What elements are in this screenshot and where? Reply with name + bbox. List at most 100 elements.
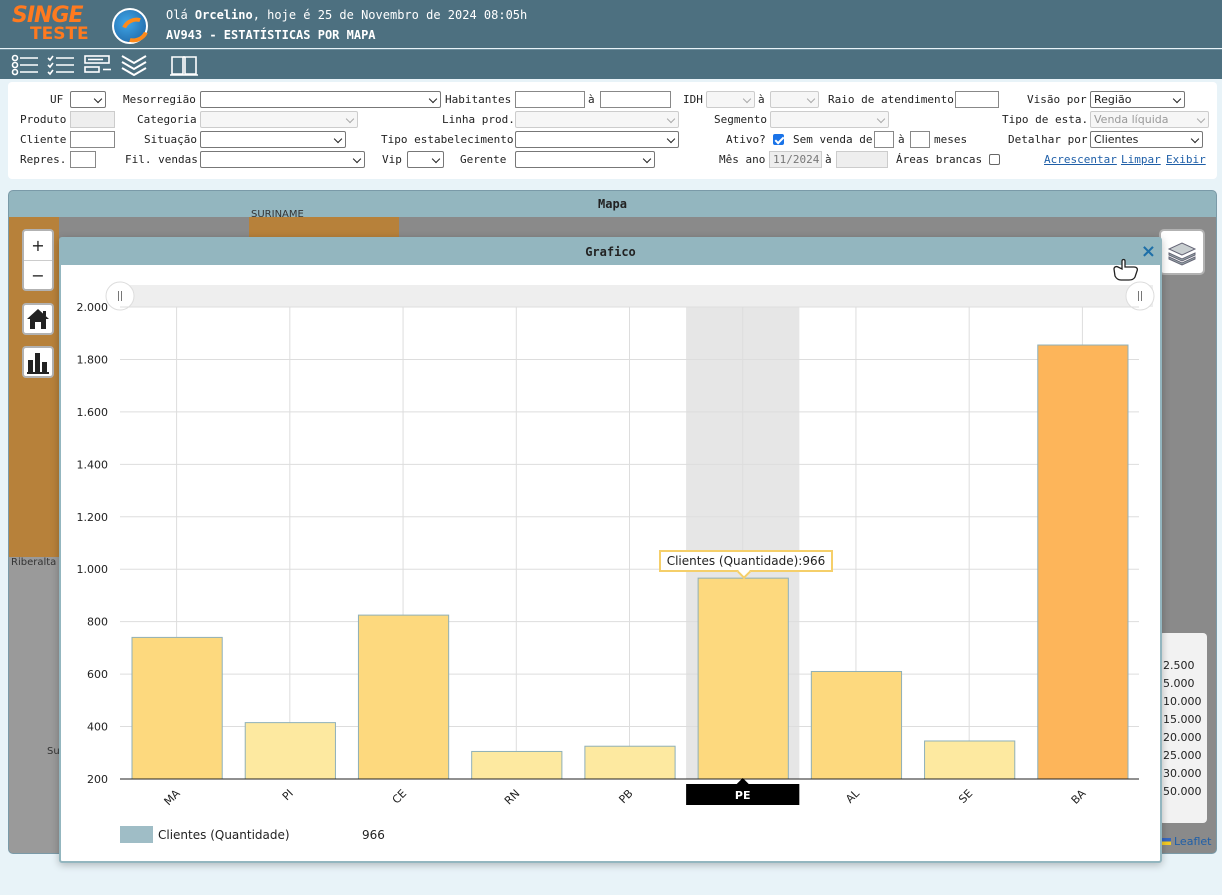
mes-ano-start-input[interactable]: 11/2024 <box>769 151 822 168</box>
fil-vendas-label: Fil. vendas <box>125 153 198 166</box>
home-button[interactable] <box>22 303 54 335</box>
idh-max-select[interactable] <box>770 91 819 108</box>
y-tick-label: 1.400 <box>77 458 109 471</box>
cliente-input[interactable] <box>70 131 115 148</box>
mesorregiao-label: Mesorregião <box>123 93 196 106</box>
visao-select[interactable]: Região <box>1090 91 1185 108</box>
collapse-icon[interactable] <box>119 54 149 77</box>
x-tick-label-highlighted: PE <box>735 789 751 802</box>
sem-venda-label: Sem venda de <box>793 133 873 146</box>
y-tick-label: 1.800 <box>77 353 109 366</box>
x-tick-label: AL <box>843 786 862 805</box>
list-icon[interactable] <box>10 54 40 76</box>
raio-input[interactable] <box>955 91 999 108</box>
ativo-checkbox[interactable] <box>773 134 784 145</box>
detalhar-label: Detalhar por <box>1008 133 1088 146</box>
linha-prod-label: Linha prod. <box>442 113 515 126</box>
vip-label: Vip <box>382 153 402 166</box>
map-label-suriname: SURINAME <box>251 209 304 220</box>
bar-rn[interactable] <box>471 750 563 780</box>
bar-chart: 200 400 600 800 1.000 1.200 1.400 1.600 1.800 2.0… <box>77 281 1155 808</box>
produto-label: Produto <box>20 113 67 126</box>
repres-input[interactable] <box>70 151 96 168</box>
scroll-handle-left[interactable] <box>105 281 135 311</box>
ativo-label: Ativo? <box>726 133 766 146</box>
user-name: Orcelino <box>194 8 253 22</box>
situacao-select[interactable] <box>200 131 346 148</box>
chart-tooltip: Clientes (Quantidade):966 <box>658 550 834 573</box>
idh-min-select[interactable] <box>706 91 755 108</box>
scroll-handle-right[interactable] <box>1125 281 1155 311</box>
idh-range-label: à <box>758 93 765 106</box>
y-tick-label: 1.200 <box>77 511 109 524</box>
gerente-select[interactable] <box>515 151 655 168</box>
visao-label: Visão por <box>1027 93 1087 106</box>
legend-swatch[interactable] <box>120 826 153 843</box>
cliente-label: Cliente <box>20 133 67 146</box>
segmento-label: Segmento <box>714 113 767 126</box>
y-tick-label: 800 <box>87 616 108 629</box>
x-tick-label: CE <box>390 787 410 807</box>
filter-panel: UF Mesorregião Habitantes à IDH à Raio d… <box>8 82 1217 179</box>
y-tick-label: 1.600 <box>77 406 109 419</box>
linha-prod-select[interactable] <box>515 111 679 128</box>
book-icon[interactable] <box>169 54 199 76</box>
detalhar-select[interactable]: Clientes <box>1090 131 1203 148</box>
map-label-riberalta: Riberalta <box>11 557 57 568</box>
habitantes-min-input[interactable] <box>515 91 585 108</box>
toolbar <box>0 49 1222 79</box>
bar-pe[interactable] <box>697 577 789 780</box>
bar-ba[interactable] <box>1037 344 1129 780</box>
chart-scrollbar[interactable] <box>120 285 1153 307</box>
tipo-estabelecimento-select[interactable] <box>515 131 679 148</box>
bar-se[interactable] <box>924 740 1016 780</box>
produto-input[interactable] <box>70 111 115 128</box>
acrescentar-link[interactable]: Acrescentar <box>1044 153 1117 166</box>
vip-select[interactable] <box>407 151 444 168</box>
sem-venda-max-input[interactable] <box>910 131 930 148</box>
categoria-select[interactable] <box>200 111 358 128</box>
chart-button[interactable] <box>22 346 54 378</box>
sem-venda-min-input[interactable] <box>874 131 894 148</box>
y-tick-label: 200 <box>87 773 108 786</box>
bar-ce[interactable] <box>357 614 450 780</box>
meses-label: meses <box>934 133 968 146</box>
bar-chart-icon <box>27 353 49 374</box>
legend-series-name[interactable]: Clientes (Quantidade) <box>158 828 290 842</box>
areas-brancas-checkbox[interactable] <box>989 154 1000 165</box>
map-land-area-north[interactable] <box>249 217 399 237</box>
limpar-link[interactable]: Limpar <box>1121 153 1161 166</box>
uf-select[interactable] <box>70 91 106 108</box>
form-icon[interactable] <box>83 54 113 76</box>
bar-pi[interactable] <box>244 722 336 780</box>
zoom-out-button[interactable]: − <box>24 260 52 289</box>
fil-vendas-select[interactable] <box>200 151 365 168</box>
habitantes-max-input[interactable] <box>600 91 671 108</box>
bar-pb[interactable] <box>584 745 676 780</box>
layers-icon <box>1167 242 1197 266</box>
bar-ma[interactable] <box>131 636 223 780</box>
exibir-link[interactable]: Exibir <box>1166 153 1206 166</box>
map-legend-item: 50.000 <box>1163 785 1202 798</box>
zoom-in-button[interactable]: + <box>24 231 52 260</box>
y-tick-label: 2.000 <box>77 301 109 314</box>
categoria-label: Categoria <box>137 113 197 126</box>
page-title: AV943 - ESTATÍSTICAS POR MAPA <box>166 28 376 42</box>
checklist-icon[interactable] <box>46 54 76 76</box>
map-title: Mapa <box>9 191 1216 217</box>
y-tick-label: 1.000 <box>77 563 109 576</box>
bar-al[interactable] <box>810 670 903 780</box>
segmento-select[interactable] <box>770 111 889 128</box>
leaflet-attribution[interactable]: Leaflet <box>1161 835 1211 848</box>
areas-brancas-label: Áreas brancas <box>896 153 983 166</box>
layers-button[interactable] <box>1159 229 1205 275</box>
mesorregiao-select[interactable] <box>200 91 441 108</box>
legend-series-value: 966 <box>362 828 385 842</box>
map-grey-area[interactable] <box>9 557 59 853</box>
pointer-hand-icon <box>1113 258 1139 281</box>
raio-label: Raio de atendimento <box>828 93 954 106</box>
logo-emblem-icon <box>112 8 148 44</box>
tipo-esta-select[interactable]: Venda líquida <box>1090 111 1209 128</box>
map-legend-item: 15.000 <box>1163 713 1202 726</box>
mes-ano-end-input[interactable] <box>836 151 888 168</box>
